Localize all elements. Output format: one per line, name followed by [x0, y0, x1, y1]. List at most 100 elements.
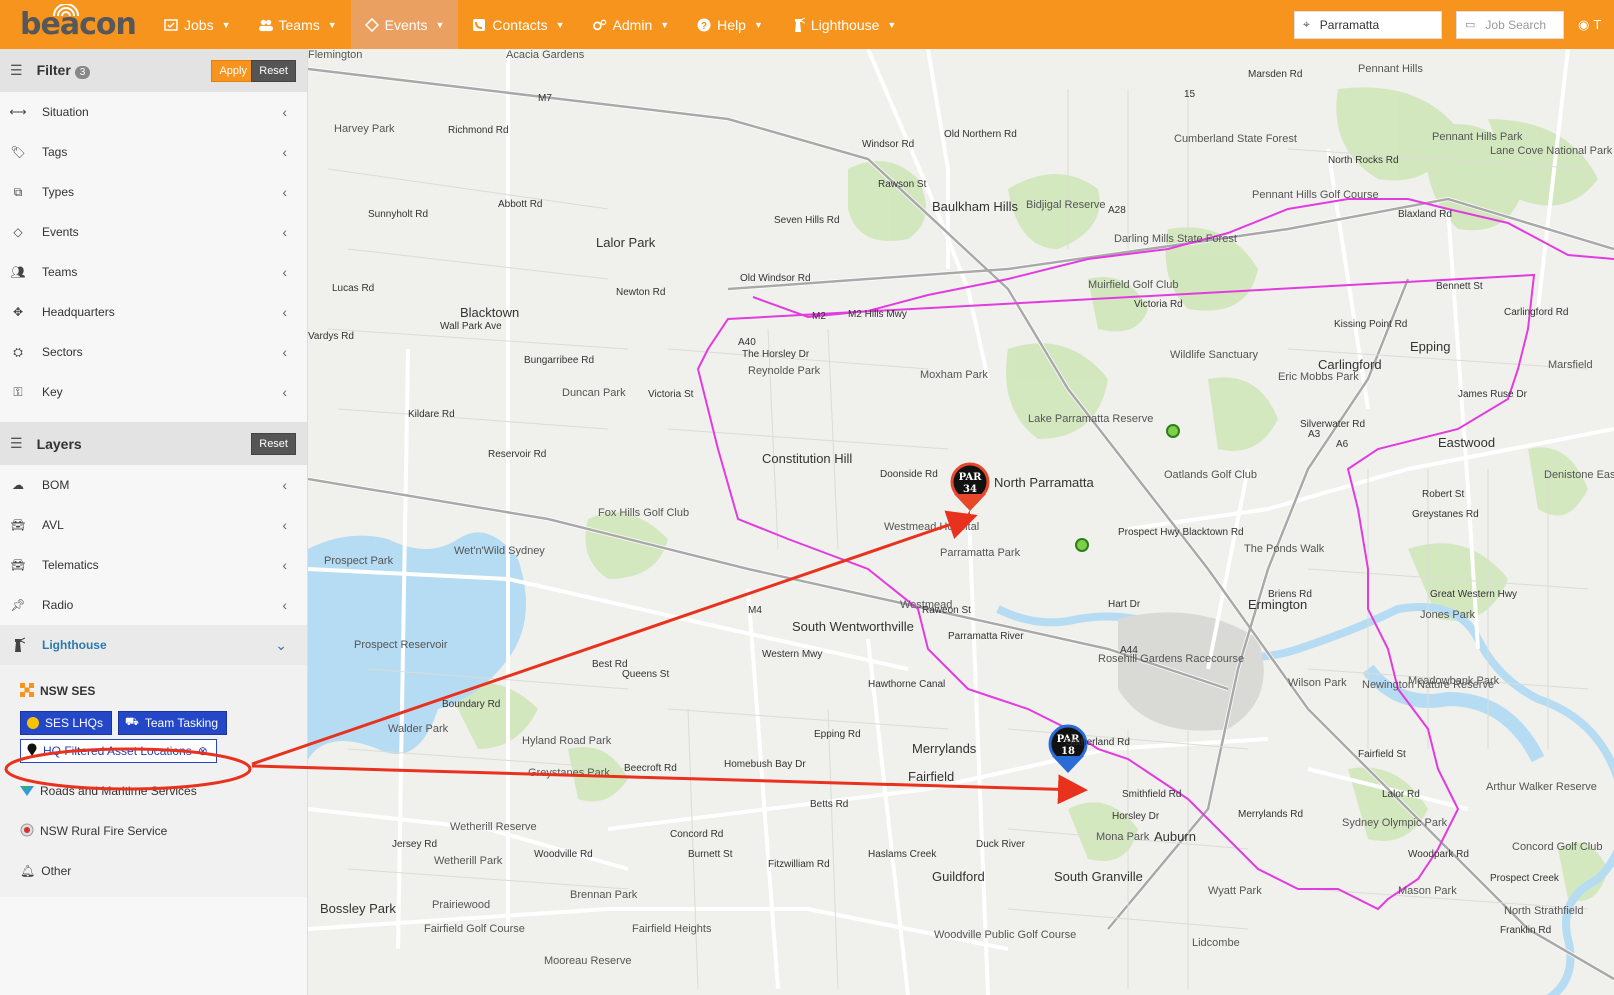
chevron-left-icon: ‹: [282, 597, 287, 613]
road-label: Abbott Rd: [498, 199, 543, 210]
nav-jobs[interactable]: Jobs ▼: [150, 0, 245, 49]
place-label: Parramatta Park: [940, 547, 1021, 559]
road-label: A44: [1120, 645, 1138, 656]
road-label: Greystanes Rd: [1412, 509, 1479, 520]
cloud-icon: ☁: [12, 478, 24, 492]
filter-situation[interactable]: ⟷ Situation ‹: [0, 92, 307, 132]
road-label: Prospect Creek: [1490, 873, 1559, 884]
road-label: Kissing Point Rd: [1334, 319, 1408, 330]
place-label: Lidcombe: [1192, 937, 1240, 949]
top-navbar: beacon Jobs ▼ Teams ▼ Events ▼ Contacts ▼ Ad…: [0, 0, 1614, 49]
nav-help-label: Help: [717, 16, 746, 33]
nav-admin[interactable]: Admin ▼: [579, 0, 684, 49]
place-label: Fairfield Golf Course: [424, 923, 525, 935]
road-label: Lucas Rd: [332, 283, 375, 294]
road-label: Hart Dr: [1108, 599, 1141, 610]
nav-contacts-label: Contacts: [492, 16, 548, 33]
layer-lighthouse[interactable]: Lighthouse ⌄: [0, 625, 307, 665]
place-label: Jones Park: [1420, 609, 1476, 621]
place-label: Cumberland State Forest: [1174, 133, 1297, 145]
road-label: Horsley Dr: [1112, 811, 1160, 822]
green-marker[interactable]: [1166, 424, 1180, 438]
crosshair-icon: ⌖: [1303, 17, 1310, 31]
filter-teams[interactable]: 👥︎ Teams ‹: [0, 252, 307, 292]
org-nsw-ses[interactable]: NSW SES: [0, 671, 307, 711]
place-label: Prairiewood: [432, 899, 491, 911]
place-label: Pennant Hills Golf Course: [1252, 189, 1379, 201]
close-circle-icon[interactable]: ⊗: [198, 744, 208, 758]
layer-label: AVL: [42, 518, 64, 532]
nav-teams[interactable]: Teams ▼: [245, 0, 351, 49]
place-label: Baulkham Hills: [932, 199, 1018, 214]
road-label: M2 Hills Mwy: [848, 309, 907, 320]
nav-contacts[interactable]: Contacts ▼: [458, 0, 578, 49]
user-menu[interactable]: ◉ T: [1578, 17, 1614, 33]
admin-icon: [592, 18, 607, 32]
layer-radio[interactable]: 📌︎ Radio ‹: [0, 585, 307, 625]
place-label: Woodville Public Golf Course: [934, 929, 1077, 941]
menu-icon[interactable]: ☰: [10, 435, 23, 452]
layer-label: Radio: [42, 598, 74, 612]
layers-reset-button[interactable]: Reset: [251, 433, 296, 455]
place-label: Wetherill Park: [434, 855, 503, 867]
teams-icon: 👥︎: [10, 265, 26, 279]
nav-admin-label: Admin: [612, 16, 653, 33]
layer-telematics[interactable]: 🚘︎ Telematics ‹: [0, 545, 307, 585]
filter-header: ☰ Filter 3 Apply Reset: [0, 49, 307, 92]
place-label: Sydney Olympic Park: [1342, 817, 1448, 829]
filter-reset-button[interactable]: Reset: [251, 60, 296, 82]
place-label: Lake Parramatta Reserve: [1028, 413, 1154, 425]
org-roads-maritime[interactable]: Roads and Maritime Services: [0, 771, 307, 811]
road-label: Reservoir Rd: [488, 449, 547, 460]
map-canvas[interactable]: PAR 34 PAR 18 Acacia Gardens Pennant Hill…: [308, 49, 1614, 995]
chevron-down-icon: ▼: [221, 19, 231, 30]
place-label: Mona Park: [1096, 831, 1150, 843]
place-label: Walder Park: [388, 723, 449, 735]
road-label: Queens St: [622, 669, 670, 680]
events-icon: ◇: [13, 225, 23, 239]
apply-button[interactable]: Apply: [211, 60, 255, 82]
place-label: South Granville: [1054, 869, 1143, 884]
green-marker[interactable]: [1075, 538, 1089, 552]
road-label: Fairfield St: [1358, 749, 1406, 760]
headquarters-icon: ✥: [12, 305, 24, 319]
lighthouse-layer-body: NSW SES SES LHQs ⛟ Team Tasking HQ Filte…: [0, 665, 307, 897]
org-nsw-rfs[interactable]: NSW Rural Fire Service: [0, 811, 307, 851]
lighthouse-icon: [10, 637, 26, 653]
road-label: Woodpark Rd: [1408, 849, 1469, 860]
tag-team-tasking[interactable]: ⛟ Team Tasking: [118, 711, 228, 735]
tag-ses-lhqs[interactable]: SES LHQs: [20, 711, 113, 735]
filter-events[interactable]: ◇ Events ‹: [0, 212, 307, 252]
nav-events[interactable]: Events ▼: [350, 0, 459, 49]
nav-events-label: Events: [384, 16, 428, 33]
nav-lighthouse[interactable]: Lighthouse ▼: [777, 0, 910, 49]
filter-label: Teams: [42, 265, 78, 279]
place-label: Epping: [1410, 339, 1451, 354]
chevron-left-icon: ‹: [282, 477, 287, 493]
road-label: Beecroft Rd: [624, 763, 677, 774]
job-search-input[interactable]: ▭ Job Search: [1456, 10, 1564, 39]
location-input[interactable]: ⌖ Parramatta: [1294, 10, 1442, 39]
filter-sectors[interactable]: ⛭ Sectors ‹: [0, 332, 307, 372]
filter-tags[interactable]: 🏷︎ Tags ‹: [0, 132, 307, 172]
nav-help[interactable]: ? Help ▼: [683, 0, 777, 49]
road-label: Lalor Rd: [1382, 789, 1420, 800]
place-label: Newington Nature Reserve: [1362, 679, 1495, 691]
truck-icon: ⛟: [125, 716, 139, 728]
tag-hq-filtered-asset-locations[interactable]: HQ Filtered Asset Locations ⊗: [20, 739, 217, 763]
filter-types[interactable]: ⧉ Types ‹: [0, 172, 307, 212]
filter-key[interactable]: ⚿ Key ‹: [0, 372, 307, 412]
chevron-down-icon: ▼: [887, 19, 897, 30]
menu-icon[interactable]: ☰: [10, 62, 23, 79]
road-label: Duck River: [976, 839, 1025, 850]
filter-headquarters[interactable]: ✥ Headquarters ‹: [0, 292, 307, 332]
place-label: Arthur Walker Reserve: [1486, 781, 1597, 793]
org-other[interactable]: 🔔︎ Other: [0, 851, 307, 891]
layer-lighthouse-label: Lighthouse: [42, 638, 107, 652]
layer-avl[interactable]: 🚘︎ AVL ‹: [0, 505, 307, 545]
place-label: Wildlife Sanctuary: [1170, 349, 1259, 361]
place-label: Moxham Park: [920, 369, 988, 381]
layer-bom[interactable]: ☁ BOM ‹: [0, 465, 307, 505]
chevron-down-icon: ⌄: [275, 636, 287, 653]
beacon-logo[interactable]: beacon: [0, 0, 140, 49]
